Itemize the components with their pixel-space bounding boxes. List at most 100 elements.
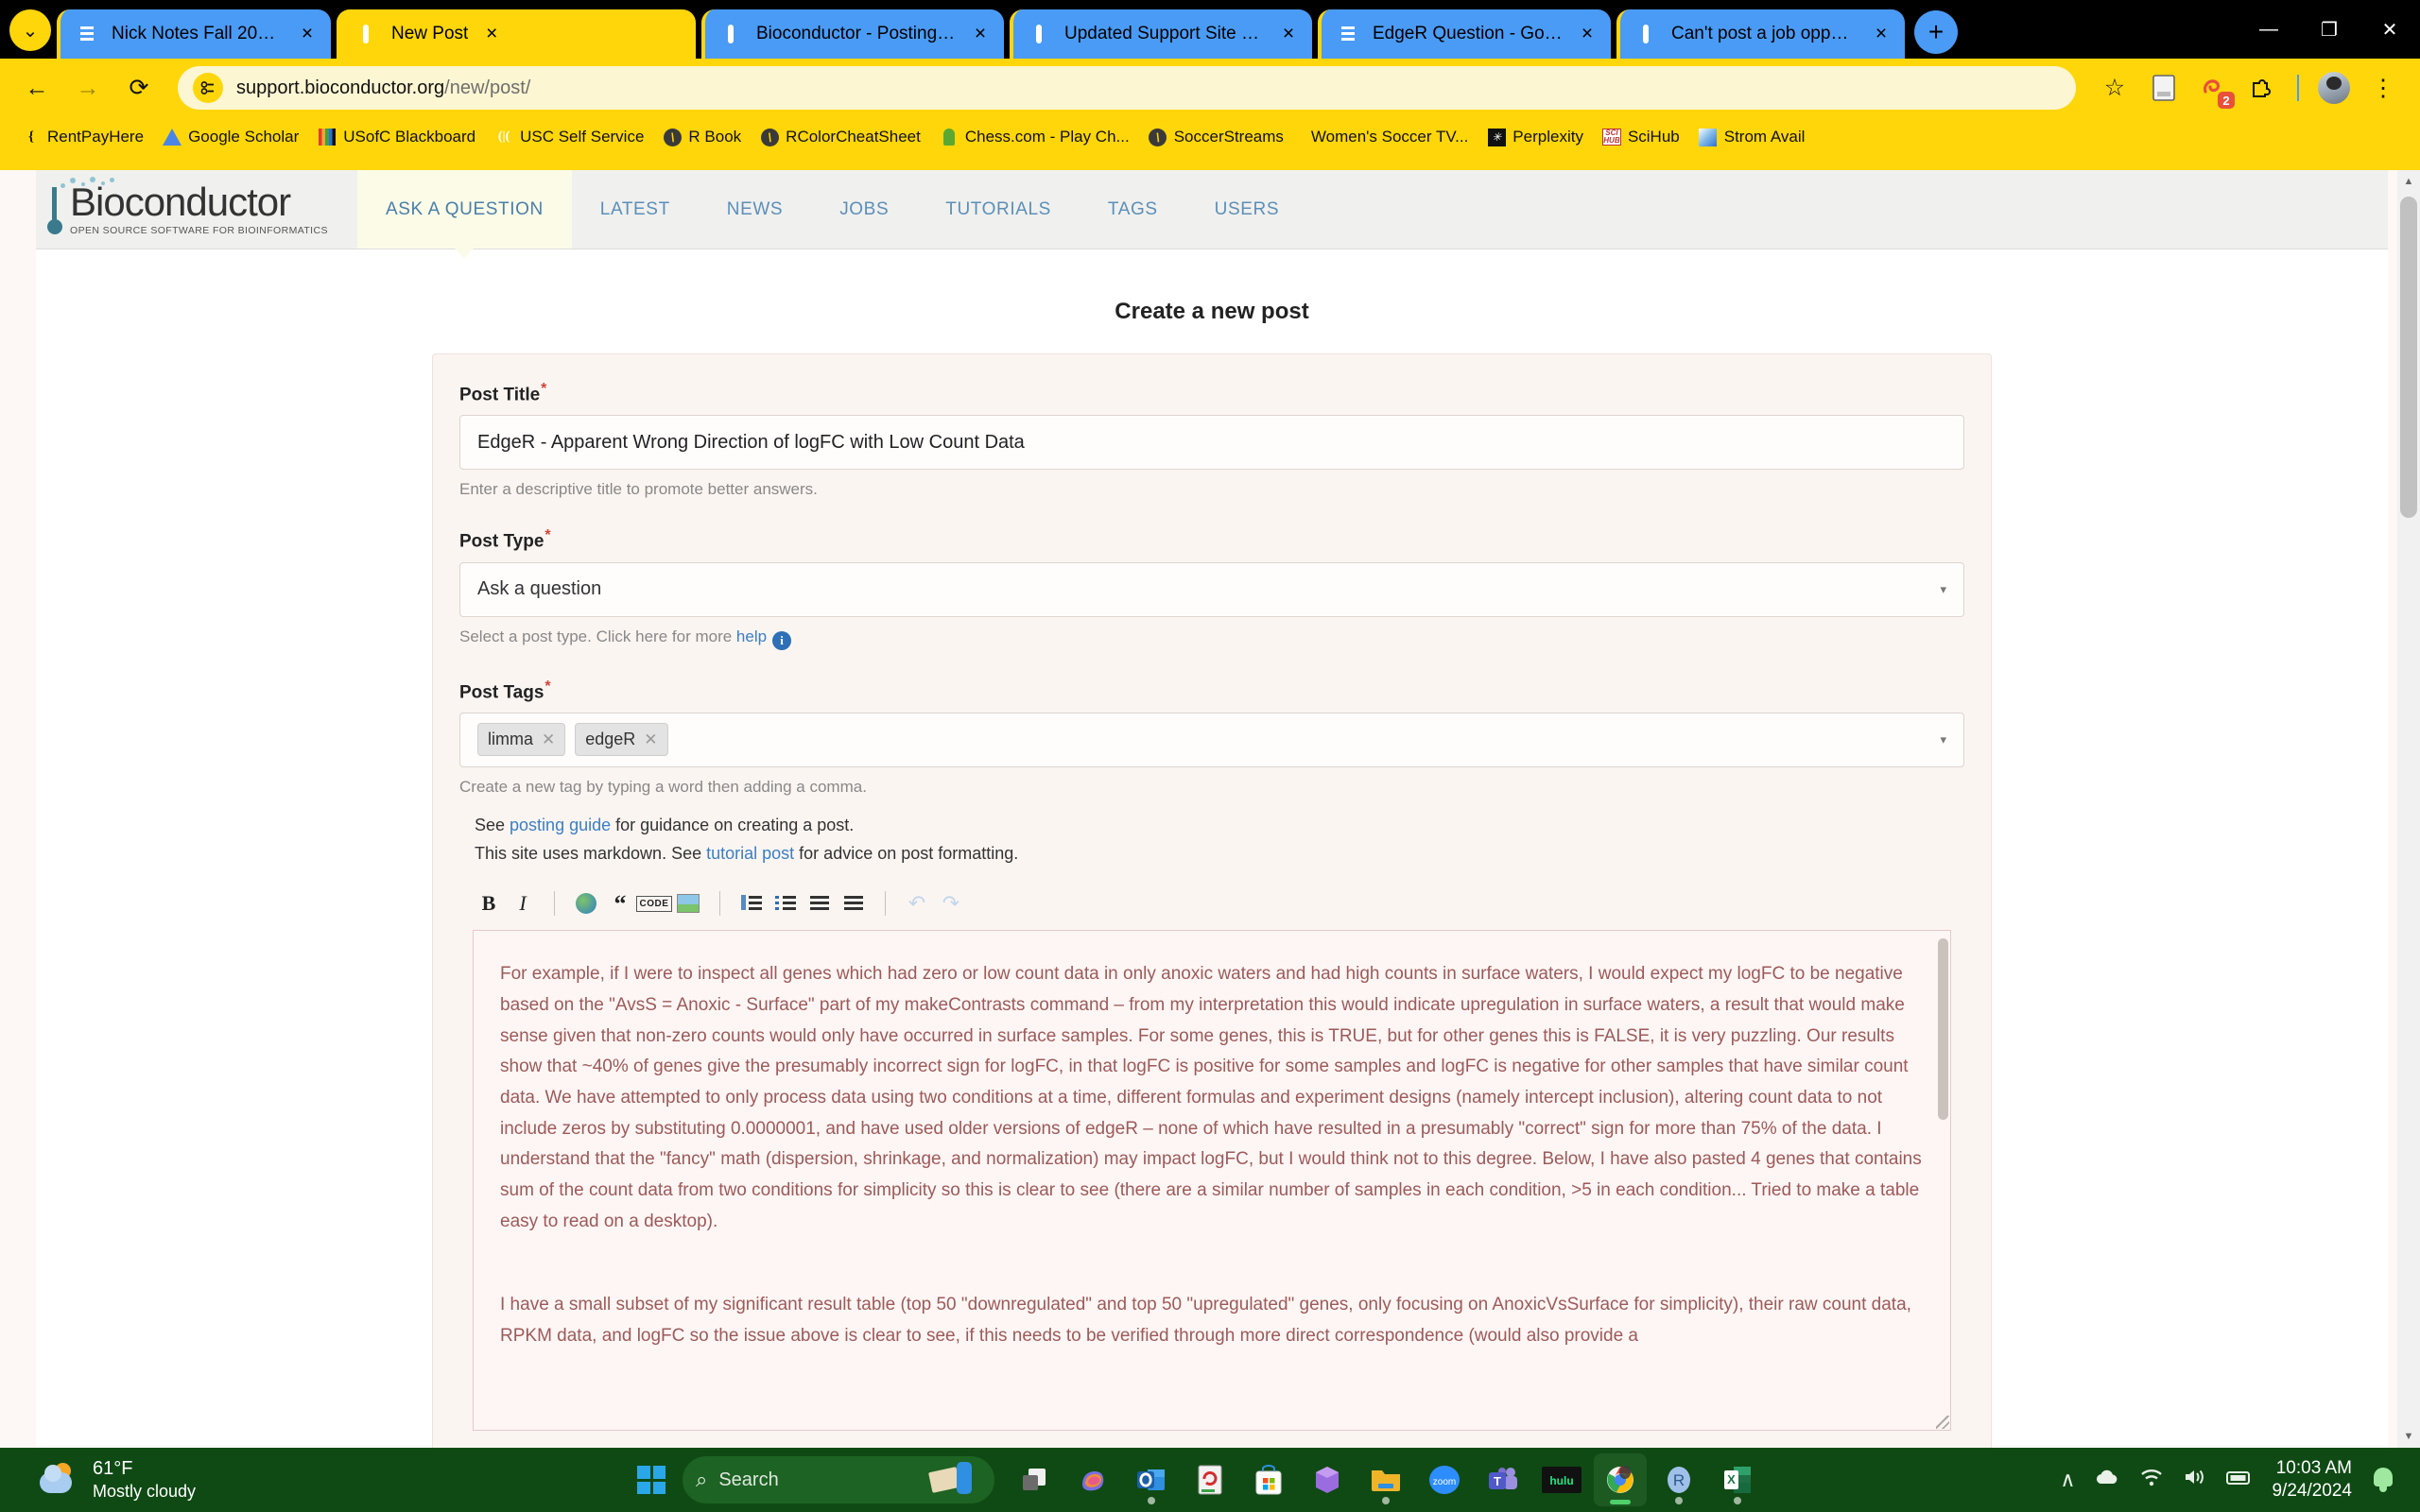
bookmark-star-icon[interactable]: ☆ <box>2091 64 2138 112</box>
close-icon[interactable]: × <box>479 22 504 46</box>
bookmark-soccerstreams[interactable]: \ SoccerStreams <box>1140 124 1292 150</box>
browser-tab[interactable]: EdgeR Question - Google Docs × <box>1318 9 1611 59</box>
taskbar-backup-icon[interactable] <box>1184 1453 1236 1506</box>
tab-search-icon[interactable]: ⌄ <box>9 9 51 51</box>
cloud-icon[interactable] <box>2094 1468 2120 1492</box>
new-tab-button[interactable]: + <box>1914 10 1958 54</box>
taskbar-outlook-icon[interactable] <box>1125 1453 1178 1506</box>
notification-bell-icon[interactable] <box>2371 1466 2395 1494</box>
close-icon[interactable]: × <box>295 22 320 46</box>
taskbar-rstudio-icon[interactable]: R <box>1652 1453 1705 1506</box>
bookmark-usc-self-service[interactable]: (|( USC Self Service <box>486 124 652 150</box>
site-settings-icon[interactable] <box>193 73 223 103</box>
bookmark-google-scholar[interactable]: Google Scholar <box>154 124 307 150</box>
bookmark-chess[interactable]: Chess.com - Play Ch... <box>931 124 1138 150</box>
browser-tab[interactable]: Nick Notes Fall 2024 - Google D × <box>57 9 331 59</box>
taskbar-hulu-icon[interactable]: hulu <box>1535 1453 1588 1506</box>
image-button[interactable] <box>672 887 704 919</box>
page-scrollbar[interactable]: ▲ ▼ <box>2397 170 2420 1448</box>
nav-item-news[interactable]: NEWS <box>699 170 811 249</box>
bold-button[interactable]: B <box>473 887 505 919</box>
remove-tag-icon[interactable]: ✕ <box>542 730 555 749</box>
post-tags-input[interactable]: limma ✕ edgeR ✕ ▾ <box>459 712 1964 767</box>
taskbar-task-view-icon[interactable] <box>1008 1453 1061 1506</box>
volume-icon[interactable] <box>2183 1467 2207 1493</box>
editor-scrollbar-thumb[interactable] <box>1938 938 1948 1121</box>
scroll-down-icon[interactable]: ▼ <box>2397 1425 2420 1448</box>
editor-content[interactable]: For example, if I were to inspect all ge… <box>474 931 1950 1351</box>
address-bar[interactable]: support.bioconductor.org/new/post/ <box>178 66 2076 110</box>
bookmark-scihub[interactable]: SCI HUB SciHub <box>1594 124 1688 150</box>
start-button[interactable] <box>624 1452 679 1507</box>
link-button[interactable] <box>570 887 602 919</box>
undo-button[interactable]: ↶ <box>901 887 933 919</box>
bookmark-strom-avail[interactable]: Strom Avail <box>1690 124 1814 150</box>
taskbar-chrome-icon[interactable] <box>1594 1453 1647 1506</box>
taskbar-teams-icon[interactable]: T <box>1477 1453 1530 1506</box>
editor-scrollbar[interactable] <box>1937 933 1948 1431</box>
info-icon[interactable]: i <box>772 630 792 650</box>
nav-item-latest[interactable]: LATEST <box>572 170 699 249</box>
redo-button[interactable]: ↷ <box>935 887 967 919</box>
post-title-input[interactable] <box>459 415 1964 471</box>
taskbar-microsoft-365-icon[interactable] <box>1301 1453 1354 1506</box>
taskbar-search[interactable]: ⌕ Search <box>683 1456 994 1503</box>
browser-tab[interactable]: Updated Support Site Editor × <box>1010 9 1312 59</box>
chrome-menu-icon[interactable]: ⋮ <box>2360 64 2407 112</box>
close-icon[interactable]: × <box>968 22 993 46</box>
forward-icon[interactable]: → <box>64 64 112 112</box>
browser-tab[interactable]: Bioconductor - Posting Guide × <box>701 9 1004 59</box>
avatar[interactable] <box>2310 64 2358 112</box>
battery-icon[interactable] <box>2226 1468 2253 1492</box>
minimize-button[interactable]: — <box>2238 0 2299 59</box>
bookmark-rcolorcheatsheet[interactable]: \ RColorCheatSheet <box>752 124 929 150</box>
browser-tab-active[interactable]: New Post × <box>337 9 696 59</box>
taskbar-file-explorer-icon[interactable] <box>1359 1453 1412 1506</box>
puzzle-icon[interactable] <box>2238 64 2286 112</box>
italic-button[interactable]: I <box>507 887 539 919</box>
close-icon[interactable]: × <box>1276 22 1301 46</box>
nav-item-tags[interactable]: TAGS <box>1080 170 1186 249</box>
posting-guide-link[interactable]: posting guide <box>510 816 611 834</box>
nav-item-users[interactable]: USERS <box>1186 170 1307 249</box>
outdent-button[interactable] <box>838 887 870 919</box>
taskbar-zoom-icon[interactable]: zoom <box>1418 1453 1471 1506</box>
taskbar-microsoft-store-icon[interactable] <box>1242 1453 1295 1506</box>
taskbar-excel-icon[interactable]: X <box>1711 1453 1764 1506</box>
close-icon[interactable]: × <box>1869 22 1893 46</box>
bookmark-r-book[interactable]: \ R Book <box>654 124 750 150</box>
close-window-button[interactable]: ✕ <box>2360 0 2420 59</box>
back-icon[interactable]: ← <box>13 64 60 112</box>
ordered-list-button[interactable] <box>735 887 768 919</box>
taskbar-copilot-icon[interactable] <box>1066 1453 1119 1506</box>
reading-list-icon[interactable] <box>2140 64 2187 112</box>
wifi-icon[interactable] <box>2139 1467 2164 1493</box>
taskbar-weather-widget[interactable]: 61°F Mostly cloudy <box>0 1456 624 1503</box>
extension-action-icon[interactable]: 2 <box>2189 64 2237 112</box>
site-logo[interactable]: Bioconductor OPEN SOURCE SOFTWARE FOR BI… <box>36 170 357 249</box>
editor-resize-handle[interactable] <box>1936 1416 1949 1430</box>
remove-tag-icon[interactable]: ✕ <box>644 730 657 749</box>
reload-icon[interactable]: ⟳ <box>115 64 163 112</box>
unordered-list-button[interactable] <box>769 887 802 919</box>
quote-button[interactable]: “ <box>604 887 636 919</box>
post-type-select[interactable]: Ask a question ▾ <box>459 561 1964 617</box>
align-button[interactable] <box>804 887 836 919</box>
code-button[interactable]: CODE <box>635 887 673 919</box>
tutorial-post-link[interactable]: tutorial post <box>706 844 794 863</box>
browser-tab[interactable]: Can't post a job oppurtunity × <box>1616 9 1905 59</box>
bookmark-womens-soccer-tv[interactable]: Women's Soccer TV... <box>1294 124 1477 150</box>
bookmark-blackboard[interactable]: USofC Blackboard <box>309 124 484 150</box>
help-link[interactable]: help <box>736 627 767 645</box>
show-hidden-icons[interactable]: ∧ <box>2060 1468 2075 1492</box>
post-body-editor[interactable]: For example, if I were to inspect all ge… <box>473 930 1951 1432</box>
page-scrollbar-thumb[interactable] <box>2400 197 2417 518</box>
taskbar-clock[interactable]: 10:03 AM 9/24/2024 <box>2272 1457 2352 1503</box>
nav-item-jobs[interactable]: JOBS <box>811 170 917 249</box>
nav-item-ask-a-question[interactable]: ASK A QUESTION <box>357 170 572 258</box>
close-icon[interactable]: × <box>1575 22 1599 46</box>
nav-item-tutorials[interactable]: TUTORIALS <box>917 170 1080 249</box>
scroll-up-icon[interactable]: ▲ <box>2397 170 2420 193</box>
bookmark-rentpayhere[interactable]: { RentPayHere <box>13 124 152 150</box>
bookmark-perplexity[interactable]: ✳ Perplexity <box>1478 124 1592 150</box>
